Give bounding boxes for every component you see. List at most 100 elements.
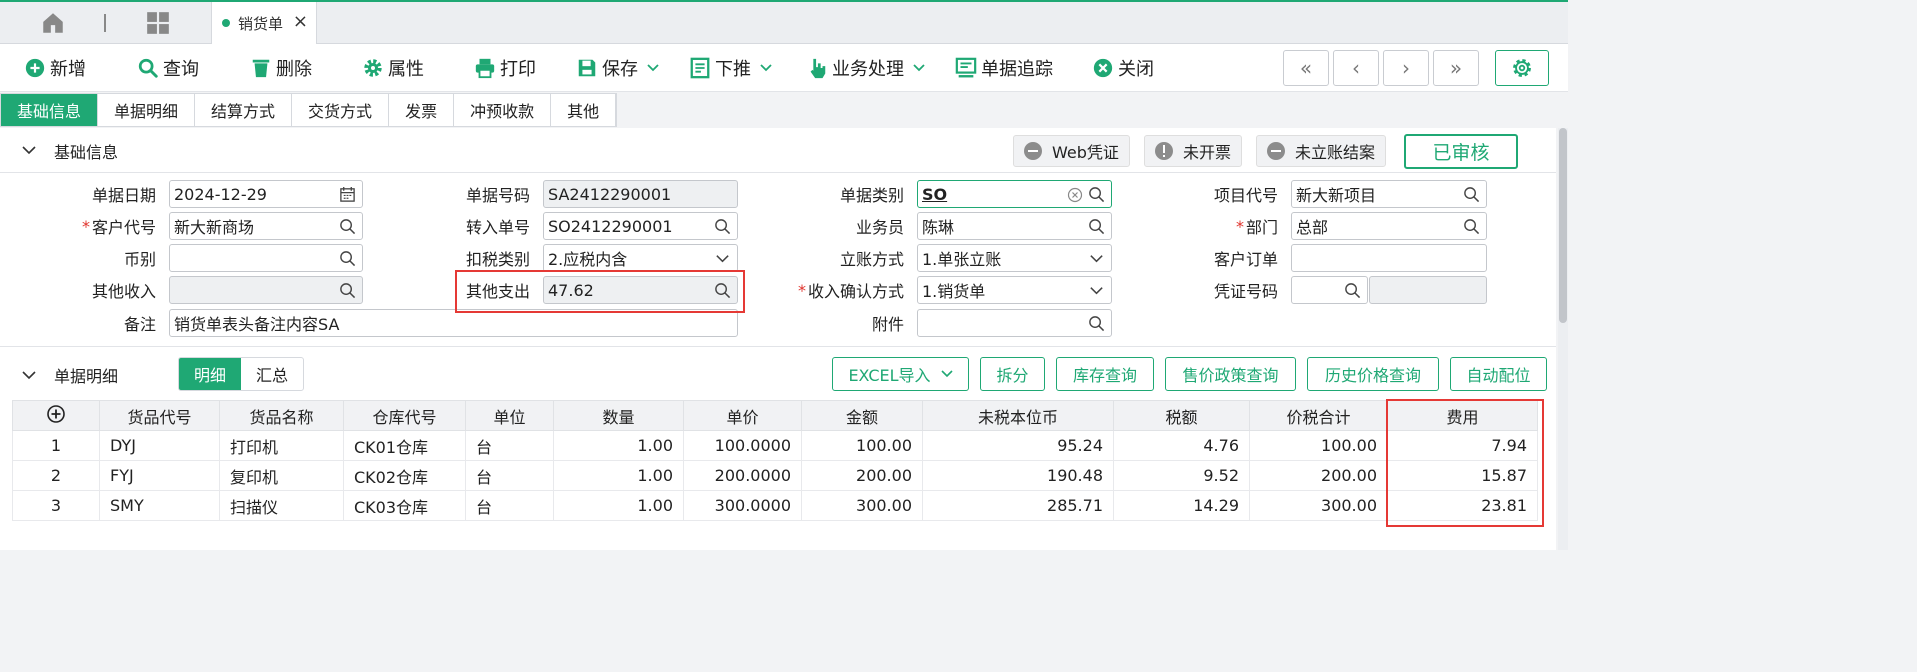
table-cell[interactable]: FYJ [99,460,220,491]
stock-query-button[interactable]: 库存查询 [1056,357,1154,391]
transfer-no-field[interactable]: SO2412290001 [543,212,738,240]
search-icon[interactable] [1463,218,1480,235]
table-cell[interactable]: 95.24 [922,430,1114,461]
table-cell[interactable]: 2 [12,460,100,491]
push-down-button[interactable]: 下推 [689,54,777,82]
close-tab-icon[interactable]: × [293,11,308,32]
table-cell[interactable]: 200.00 [801,460,923,491]
table-cell[interactable]: 100.00 [801,430,923,461]
table-row[interactable]: 1 DYJ 打印机 CK01仓库台 1.00 100.0000 100.00 95.24 4.7… [12,430,1538,461]
close-button[interactable]: 关闭 [1092,54,1154,82]
table-cell[interactable]: DYJ [99,430,220,461]
search-icon[interactable] [339,282,356,299]
view-detail-tab[interactable]: 明细 [179,358,242,390]
table-cell[interactable]: 14.29 [1113,490,1250,521]
table-row[interactable]: 2 FYJ 复印机 CK02仓库台 1.00 200.0000 200.00 190.48 9.… [12,460,1538,491]
grid-menu-icon[interactable] [145,10,171,36]
table-cell[interactable]: 300.00 [801,490,923,521]
column-header[interactable]: 仓库代号 [343,400,466,431]
customer-code-field[interactable]: 新大新商场 [169,212,363,240]
split-button[interactable]: 拆分 [980,357,1045,391]
first-record-button[interactable]: « [1283,50,1329,86]
table-cell[interactable]: 1 [12,430,100,461]
search-icon[interactable] [1463,186,1480,203]
table-cell[interactable]: 100.0000 [683,430,802,461]
search-icon[interactable] [1088,218,1105,235]
attachment-field[interactable] [917,309,1112,337]
column-header[interactable]: 货品名称 [219,400,344,431]
table-cell[interactable]: 190.48 [922,460,1114,491]
table-cell[interactable]: 300.0000 [683,490,802,521]
print-button[interactable]: 打印 [474,54,536,82]
collapse-chevron-icon[interactable] [22,370,36,380]
table-cell[interactable]: 1.00 [553,490,684,521]
add-row-header[interactable] [12,400,100,431]
column-header[interactable]: 价税合计 [1249,400,1388,431]
table-cell[interactable]: 1.00 [553,460,684,491]
voucher-no-field[interactable] [1291,276,1368,304]
doc-category-field[interactable]: SO [917,180,1112,208]
price-policy-query-button[interactable]: 售价政策查询 [1165,357,1296,391]
prev-record-button[interactable]: ‹ [1333,50,1379,86]
next-record-button[interactable]: › [1383,50,1429,86]
table-cell[interactable]: 200.0000 [683,460,802,491]
query-button[interactable]: 查询 [137,54,199,82]
table-row[interactable]: 3 SMY 扫描仪 CK03仓库台 1.00 300.0000 300.00 285.71 14… [12,490,1538,521]
calendar-icon[interactable] [339,186,356,203]
doc-trace-button[interactable]: 单据追踪 [955,54,1053,82]
doc-date-field[interactable]: 2024-12-29 [169,180,363,208]
table-cell[interactable]: 复印机 [219,460,344,491]
tab-basic-info[interactable]: 基础信息 [1,94,99,126]
table-cell[interactable]: 300.00 [1249,490,1388,521]
table-cell[interactable]: 3 [12,490,100,521]
column-header[interactable]: 单位 [465,400,554,431]
project-code-field[interactable]: 新大新项目 [1291,180,1487,208]
tab-prepayment-offset[interactable]: 冲预收款 [454,94,552,126]
web-voucher-badge[interactable]: Web凭证 [1013,135,1130,167]
column-header[interactable]: 数量 [553,400,684,431]
table-cell[interactable]: CK02仓库 [343,460,466,491]
settings-button[interactable] [1495,50,1549,86]
last-record-button[interactable]: » [1433,50,1479,86]
view-summary-tab[interactable]: 汇总 [241,358,303,390]
tax-type-select[interactable]: 2.应税内含 [543,244,738,272]
delete-button[interactable]: 删除 [250,54,312,82]
remark-field[interactable]: 销货单表头备注内容SA [169,309,738,337]
table-cell[interactable]: 200.00 [1249,460,1388,491]
account-method-select[interactable]: 1.单张立账 [917,244,1112,272]
price-history-query-button[interactable]: 历史价格查询 [1307,357,1439,391]
auto-allocate-button[interactable]: 自动配位 [1450,357,1547,391]
column-header[interactable]: 金额 [801,400,923,431]
column-header[interactable]: 单价 [683,400,802,431]
search-icon[interactable] [1088,315,1105,332]
table-cell[interactable]: 扫描仪 [219,490,344,521]
scrollbar-thumb[interactable] [1559,128,1567,323]
business-process-button[interactable]: 业务处理 [806,54,930,82]
salesperson-field[interactable]: 陈琳 [917,212,1112,240]
tab-invoice[interactable]: 发票 [389,94,455,126]
column-header[interactable]: 税额 [1113,400,1250,431]
table-cell[interactable]: 台 [465,430,554,461]
column-header[interactable]: 未税本位币 [922,400,1114,431]
search-icon[interactable] [339,250,356,267]
department-field[interactable]: 总部 [1291,212,1487,240]
table-cell[interactable]: 285.71 [922,490,1114,521]
clear-icon[interactable] [1067,187,1083,203]
currency-field[interactable] [169,244,363,272]
tab-doc-detail[interactable]: 单据明细 [98,94,196,126]
table-cell[interactable]: CK03仓库 [343,490,466,521]
tab-settlement[interactable]: 结算方式 [195,94,293,126]
table-cell[interactable]: 4.76 [1113,430,1250,461]
column-header[interactable]: 货品代号 [99,400,220,431]
excel-import-button[interactable]: EXCEL导入 [832,357,969,391]
new-button[interactable]: 新增 [24,54,86,82]
table-cell[interactable]: 100.00 [1249,430,1388,461]
collapse-chevron-icon[interactable] [22,145,36,155]
table-cell[interactable]: 台 [465,460,554,491]
table-cell[interactable]: 1.00 [553,430,684,461]
table-cell[interactable]: 9.52 [1113,460,1250,491]
customer-order-field[interactable] [1291,244,1487,272]
search-icon[interactable] [339,218,356,235]
table-cell[interactable]: 打印机 [219,430,344,461]
tab-sales-order[interactable]: 销货单 × [211,2,317,44]
